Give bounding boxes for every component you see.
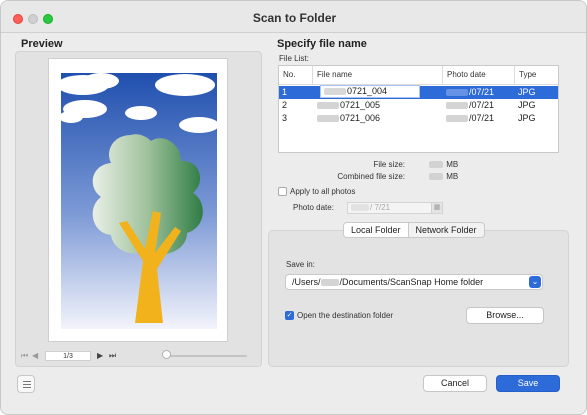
photo-date-label: Photo date: bbox=[293, 203, 334, 212]
sidebar-toggle-icon[interactable] bbox=[17, 375, 35, 393]
photo-date-field[interactable]: / 7/21 bbox=[347, 202, 443, 214]
column-header-type[interactable]: Type bbox=[515, 66, 560, 84]
row-date: /07/21 bbox=[446, 86, 494, 99]
file-list-label: File List: bbox=[279, 54, 309, 63]
row-file-name: 0721_006 bbox=[317, 112, 380, 125]
save-in-label: Save in: bbox=[286, 260, 315, 269]
save-in-popup[interactable]: /Users//Documents/ScanSnap Home folder ⌄ bbox=[285, 274, 543, 290]
zoom-slider-track[interactable] bbox=[167, 355, 247, 357]
prev-page-icon[interactable]: ◀ bbox=[32, 351, 38, 360]
last-page-icon[interactable]: ⏭ bbox=[109, 351, 116, 361]
combined-size-value: MB bbox=[429, 172, 458, 181]
column-header-file-name[interactable]: File name bbox=[313, 66, 443, 84]
scanned-image bbox=[61, 73, 217, 329]
folder-type-tabs: Local Folder Network Folder bbox=[343, 222, 485, 238]
save-location-panel bbox=[268, 230, 569, 367]
apply-all-checkbox[interactable] bbox=[278, 187, 287, 196]
preview-heading: Preview bbox=[21, 38, 63, 50]
row-date: /07/21 bbox=[446, 99, 494, 112]
calendar-icon[interactable]: ▦ bbox=[431, 203, 442, 213]
column-header-photo-date[interactable]: Photo date bbox=[443, 66, 515, 84]
apply-all-label: Apply to all photos bbox=[290, 187, 356, 196]
scan-to-folder-window: Scan to Folder Preview ⏮ ◀ 1/3 ▶ ⏭ Speci… bbox=[0, 0, 587, 415]
first-page-icon[interactable]: ⏮ bbox=[21, 351, 28, 361]
preview-page bbox=[48, 58, 228, 342]
next-page-icon[interactable]: ▶ bbox=[97, 351, 103, 360]
open-destination-checkbox[interactable]: ✓ bbox=[285, 311, 294, 320]
row-file-name: 0721_005 bbox=[317, 99, 380, 112]
row-number: 2 bbox=[282, 100, 288, 110]
file-size-value: MB bbox=[429, 160, 458, 169]
cancel-button[interactable]: Cancel bbox=[423, 375, 487, 392]
page-indicator-field[interactable]: 1/3 bbox=[45, 351, 91, 361]
row-number: 1 bbox=[282, 87, 288, 97]
open-destination-label: Open the destination folder bbox=[297, 311, 394, 320]
chevron-down-icon: ⌄ bbox=[529, 276, 541, 288]
combined-size-label: Combined file size: bbox=[337, 172, 405, 181]
table-row[interactable]: 3 0721_006 /07/21 JPG bbox=[279, 112, 558, 125]
preview-panel bbox=[15, 51, 262, 367]
table-row[interactable]: 2 0721_005 /07/21 JPG bbox=[279, 99, 558, 112]
row-type: JPG bbox=[518, 87, 536, 97]
row-type: JPG bbox=[518, 113, 536, 123]
zoom-slider-knob[interactable] bbox=[162, 350, 171, 359]
row-date: /07/21 bbox=[446, 112, 494, 125]
title-bar: Scan to Folder bbox=[1, 1, 586, 33]
file-list-table: No. File name Photo date Type 1 /07/21 J… bbox=[278, 65, 559, 153]
row-type: JPG bbox=[518, 100, 536, 110]
row-number: 3 bbox=[282, 113, 288, 123]
tab-network-folder[interactable]: Network Folder bbox=[409, 223, 484, 237]
browse-button[interactable]: Browse... bbox=[466, 307, 544, 324]
file-name-edit-field[interactable]: 0721_004 bbox=[320, 85, 420, 98]
column-header-no[interactable]: No. bbox=[279, 66, 313, 84]
save-button[interactable]: Save bbox=[496, 375, 560, 392]
specify-file-name-heading: Specify file name bbox=[277, 38, 367, 50]
file-size-label: File size: bbox=[373, 160, 405, 169]
window-title: Scan to Folder bbox=[252, 11, 337, 25]
tab-local-folder[interactable]: Local Folder bbox=[344, 223, 408, 237]
